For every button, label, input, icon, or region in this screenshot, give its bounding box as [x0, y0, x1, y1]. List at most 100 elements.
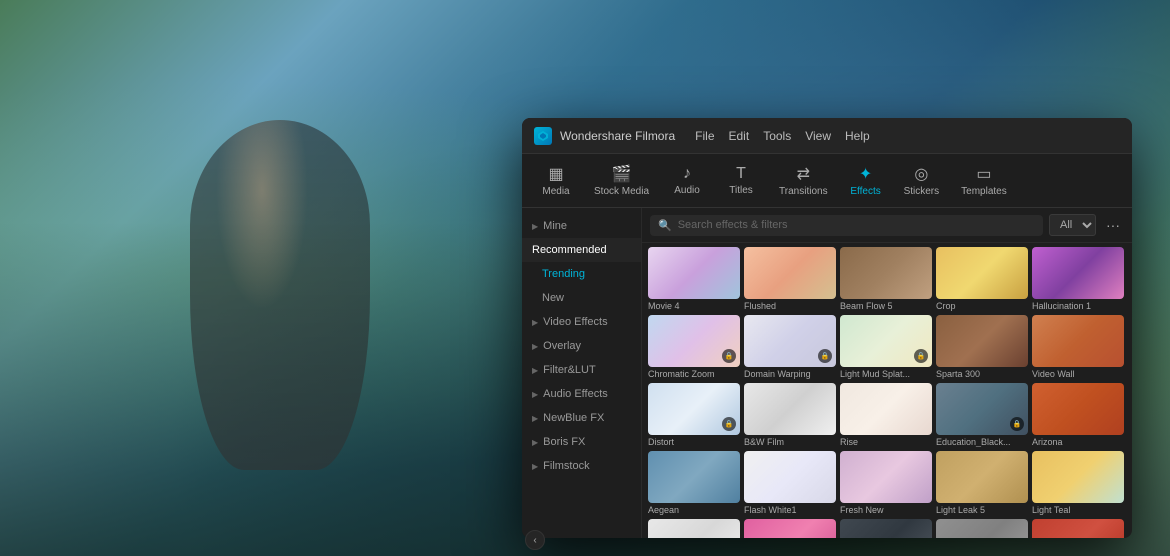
- effect-thumb-bwfilm: [744, 383, 836, 435]
- more-options-button[interactable]: ···: [1102, 215, 1124, 235]
- effect-name-freshnew: Fresh New: [840, 505, 932, 515]
- arrow-icon: ▶: [532, 438, 538, 447]
- lock-icon: 🔒: [1010, 417, 1024, 431]
- effects-row-1: 🔒 Chromatic Zoom 🔒Domain Warping🔒Light Mud…: [648, 315, 1126, 379]
- sidebar-item-trending[interactable]: Trending: [522, 262, 641, 286]
- sidebar-item-boris-fx[interactable]: ▶Boris FX: [522, 430, 641, 454]
- effect-name-chromaticzoom: Chromatic Zoom: [648, 369, 740, 379]
- effect-name-lightteal: Light Teal: [1032, 505, 1124, 515]
- sidebar-label-overlay: Overlay: [543, 340, 581, 352]
- effect-movie12[interactable]: Movie 12: [744, 519, 836, 538]
- effect-beamflow2[interactable]: Beam Flow 2: [1032, 519, 1124, 538]
- tool-label-audio: Audio: [674, 185, 700, 196]
- effects-row-2: 🔒Distort B&W Film Rise 🔒 Education_Black... A…: [648, 383, 1126, 447]
- effect-thumb-flashwhite1: [744, 451, 836, 503]
- effect-domainwarping[interactable]: 🔒Domain Warping: [744, 315, 836, 379]
- effects-row-0: Movie 4 Flushed Beam Flow 5 Crop Hallucinati…: [648, 247, 1126, 311]
- effect-name-crop: Crop: [936, 301, 1028, 311]
- lock-icon: 🔒: [914, 349, 928, 363]
- effect-thumb-chromaticzoom: 🔒: [648, 315, 740, 367]
- effect-thumb-streaminggaming: 🔒: [840, 519, 932, 538]
- effects-icon: ✦: [859, 164, 872, 184]
- sidebar-item-newblue-fx[interactable]: ▶NewBlue FX: [522, 406, 641, 430]
- effect-chromaticzoom[interactable]: 🔒 Chromatic Zoom: [648, 315, 740, 379]
- menu-item-edit[interactable]: Edit: [729, 129, 750, 143]
- app-logo: [534, 127, 552, 145]
- effect-name-educationblack: Education_Black...: [936, 437, 1028, 447]
- transitions-icon: ⇄: [797, 164, 810, 184]
- sidebar-label-recommended: Recommended: [532, 244, 607, 256]
- sidebar-item-filter-lut[interactable]: ▶Filter&LUT: [522, 358, 641, 382]
- titles-icon: T: [736, 165, 746, 183]
- effect-name-flushed: Flushed: [744, 301, 836, 311]
- search-input[interactable]: [678, 219, 1035, 231]
- effect-arizona[interactable]: Arizona: [1032, 383, 1124, 447]
- effect-lightmudsplat[interactable]: 🔒Light Mud Splat...: [840, 315, 932, 379]
- sidebar-item-new[interactable]: New: [522, 286, 641, 310]
- sidebar-item-mine[interactable]: ▶ Mine: [522, 214, 641, 238]
- sidebar-item-recommended[interactable]: Recommended: [522, 238, 641, 262]
- sidebar-item-video-effects[interactable]: ▶Video Effects: [522, 310, 641, 334]
- tool-effects[interactable]: ✦Effects: [840, 160, 892, 201]
- effect-name-flashwhite1: Flash White1: [744, 505, 836, 515]
- effect-movie4[interactable]: Movie 4: [648, 247, 740, 311]
- tool-stock-media[interactable]: 🎬Stock Media: [584, 160, 659, 201]
- effect-name-bwfilm: B&W Film: [744, 437, 836, 447]
- filter-select[interactable]: All: [1049, 214, 1096, 236]
- menu-item-view[interactable]: View: [805, 129, 831, 143]
- effect-name-rise: Rise: [840, 437, 932, 447]
- effect-sketch[interactable]: 🔒Sketch: [648, 519, 740, 538]
- effect-sparta300[interactable]: Sparta 300: [936, 315, 1028, 379]
- effect-crop[interactable]: Crop: [936, 247, 1028, 311]
- tool-audio[interactable]: ♪Audio: [661, 161, 713, 200]
- sidebar-item-filmstock[interactable]: ▶Filmstock: [522, 454, 641, 478]
- effect-freshnew[interactable]: Fresh New: [840, 451, 932, 515]
- search-input-wrap[interactable]: 🔍: [650, 215, 1043, 236]
- tool-media[interactable]: ▦Media: [530, 160, 582, 201]
- effect-aegean[interactable]: Aegean: [648, 451, 740, 515]
- effect-hallucination1[interactable]: Hallucination 1: [1032, 247, 1124, 311]
- menu-item-help[interactable]: Help: [845, 129, 870, 143]
- app-title: Wondershare Filmora: [560, 129, 675, 143]
- effect-distort[interactable]: 🔒Distort: [648, 383, 740, 447]
- effect-thumb-freshnew: [840, 451, 932, 503]
- menu-item-tools[interactable]: Tools: [763, 129, 791, 143]
- effect-rise[interactable]: Rise: [840, 383, 932, 447]
- menu-item-file[interactable]: File: [695, 129, 714, 143]
- effect-thumb-movie4: [648, 247, 740, 299]
- tool-templates[interactable]: ▭Templates: [951, 160, 1017, 201]
- sidebar-item-overlay[interactable]: ▶Overlay: [522, 334, 641, 358]
- effect-thumb-domainwarping: 🔒: [744, 315, 836, 367]
- effect-name-aegean: Aegean: [648, 505, 740, 515]
- effect-thumb-flushed: [744, 247, 836, 299]
- sidebar-label-audio-effects: Audio Effects: [543, 388, 608, 400]
- effect-lightleak5[interactable]: Light Leak 5: [936, 451, 1028, 515]
- arrow-icon: ▶: [532, 366, 538, 375]
- arrow-icon: ▶: [532, 462, 538, 471]
- arrow-icon: ▶: [532, 222, 538, 231]
- effect-thumb-aegean: [648, 451, 740, 503]
- sidebar-item-audio-effects[interactable]: ▶Audio Effects: [522, 382, 641, 406]
- effect-flushed[interactable]: Flushed: [744, 247, 836, 311]
- stickers-icon: ◎: [914, 164, 928, 184]
- collapse-button[interactable]: ‹: [525, 530, 545, 550]
- tool-titles[interactable]: TTitles: [715, 161, 767, 200]
- effect-beamflow5[interactable]: Beam Flow 5: [840, 247, 932, 311]
- effect-lightteal[interactable]: Light Teal: [1032, 451, 1124, 515]
- tool-transitions[interactable]: ⇄Transitions: [769, 160, 838, 201]
- sidebar-label-newblue-fx: NewBlue FX: [543, 412, 604, 424]
- effect-squareblur[interactable]: Square Blur: [936, 519, 1028, 538]
- effect-name-hallucination1: Hallucination 1: [1032, 301, 1124, 311]
- effect-thumb-lightmudsplat: 🔒: [840, 315, 932, 367]
- effect-streaminggaming[interactable]: 🔒Streaming Gami...: [840, 519, 932, 538]
- toolbar: ▦Media🎬Stock Media♪AudioTTitles⇄Transiti…: [522, 154, 1132, 208]
- tool-stickers[interactable]: ◎Stickers: [894, 160, 950, 201]
- effect-bwfilm[interactable]: B&W Film: [744, 383, 836, 447]
- effect-flashwhite1[interactable]: Flash White1: [744, 451, 836, 515]
- effect-name-videowall: Video Wall: [1032, 369, 1124, 379]
- effect-educationblack[interactable]: 🔒 Education_Black...: [936, 383, 1028, 447]
- effect-videowall[interactable]: Video Wall: [1032, 315, 1124, 379]
- templates-icon: ▭: [976, 164, 991, 184]
- sidebar: ▶ Mine Recommended TrendingNew▶Video Effect…: [522, 208, 642, 538]
- sidebar-label-mine: Mine: [543, 220, 567, 232]
